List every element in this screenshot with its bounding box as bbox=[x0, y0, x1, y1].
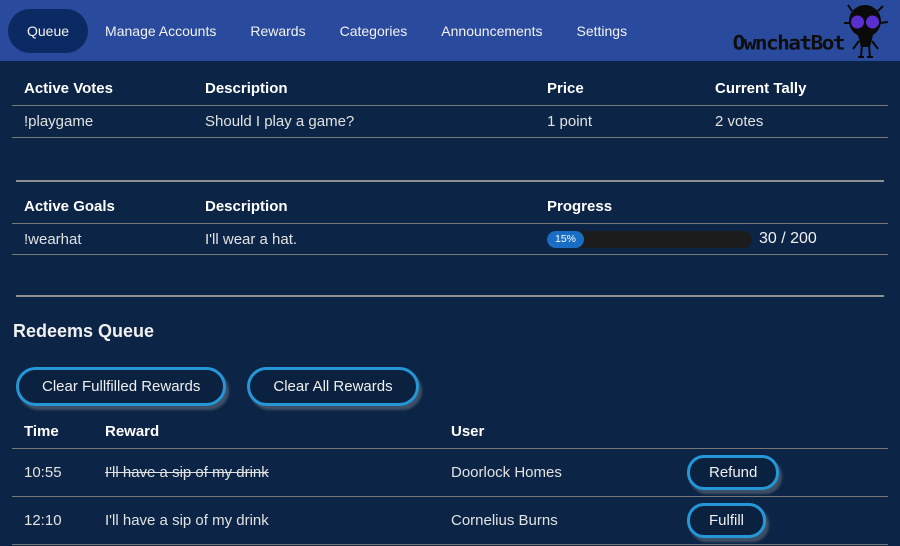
col-description: Description bbox=[193, 71, 535, 106]
top-nav: Queue Manage Accounts Rewards Categories… bbox=[0, 0, 900, 61]
goal-progress-fill: 15% bbox=[547, 231, 584, 248]
goal-progress-bar: 15% bbox=[547, 231, 752, 248]
tab-rewards[interactable]: Rewards bbox=[233, 11, 322, 51]
brand-logo: OwnchatBot bbox=[733, 0, 890, 61]
redeem-user: Doorlock Homes bbox=[439, 449, 675, 497]
goal-description: I'll wear a hat. bbox=[193, 224, 535, 255]
active-goals-table: Active Goals Description Progress !wearh… bbox=[12, 182, 888, 255]
active-votes-header-row: Active Votes Description Price Current T… bbox=[12, 71, 888, 106]
clear-fulfilled-rewards-button[interactable]: Clear Fullfilled Rewards bbox=[16, 367, 226, 406]
col-active-votes: Active Votes bbox=[12, 71, 193, 106]
col-price: Price bbox=[535, 71, 703, 106]
vote-description: Should I play a game? bbox=[193, 106, 535, 138]
vote-tally: 2 votes bbox=[703, 106, 888, 138]
tab-queue[interactable]: Queue bbox=[8, 9, 88, 53]
clear-all-rewards-button[interactable]: Clear All Rewards bbox=[247, 367, 418, 406]
redeems-queue-title: Redeems Queue bbox=[13, 321, 888, 342]
col-active-goals: Active Goals bbox=[12, 182, 193, 224]
redeem-reward: I'll have a sip of my drink bbox=[93, 449, 439, 497]
col-description: Description bbox=[193, 182, 535, 224]
goal-progress-percent-label: 15% bbox=[555, 233, 576, 245]
col-reward: Reward bbox=[93, 414, 439, 449]
goal-progress-cell: 15% 30 / 200 bbox=[535, 224, 888, 255]
active-votes-table: Active Votes Description Price Current T… bbox=[12, 71, 888, 138]
redeem-time: 12:10 bbox=[12, 497, 93, 545]
col-user: User bbox=[439, 414, 675, 449]
tab-settings[interactable]: Settings bbox=[559, 11, 644, 51]
redeem-user: Cornelius Burns bbox=[439, 497, 675, 545]
refund-button[interactable]: Refund bbox=[687, 455, 779, 490]
table-row: 12:10 I'll have a sip of my drink Cornel… bbox=[12, 497, 888, 545]
redeem-action-cell: Fulfill bbox=[675, 497, 888, 545]
table-row: 10:55 I'll have a sip of my drink Doorlo… bbox=[12, 449, 888, 497]
table-row: !playgame Should I play a game? 1 point … bbox=[12, 106, 888, 138]
tab-announcements[interactable]: Announcements bbox=[424, 11, 559, 51]
table-row: !wearhat I'll wear a hat. 15% 30 / 200 bbox=[12, 224, 888, 255]
active-goals-header-row: Active Goals Description Progress bbox=[12, 182, 888, 224]
redeems-header-row: Time Reward User bbox=[12, 414, 888, 449]
goal-command: !wearhat bbox=[12, 224, 193, 255]
fulfill-button[interactable]: Fulfill bbox=[687, 503, 766, 538]
col-current-tally: Current Tally bbox=[703, 71, 888, 106]
redeem-time: 10:55 bbox=[12, 449, 93, 497]
main-content: Active Votes Description Price Current T… bbox=[0, 61, 900, 545]
col-action bbox=[675, 414, 888, 449]
section-divider bbox=[16, 295, 884, 297]
tab-manage-accounts[interactable]: Manage Accounts bbox=[88, 11, 233, 51]
redeem-action-cell: Refund bbox=[675, 449, 888, 497]
robot-mascot-icon bbox=[842, 1, 890, 59]
redeem-reward: I'll have a sip of my drink bbox=[93, 497, 439, 545]
col-time: Time bbox=[12, 414, 93, 449]
vote-price: 1 point bbox=[535, 106, 703, 138]
brand-wordmark: OwnchatBot bbox=[733, 34, 844, 53]
goal-progress-count: 30 / 200 bbox=[759, 230, 817, 248]
redeems-actions: Clear Fullfilled Rewards Clear All Rewar… bbox=[16, 367, 888, 406]
col-progress: Progress bbox=[535, 182, 888, 224]
redeems-table: Time Reward User 10:55 I'll have a sip o… bbox=[12, 414, 888, 545]
tab-categories[interactable]: Categories bbox=[323, 11, 425, 51]
vote-command: !playgame bbox=[12, 106, 193, 138]
